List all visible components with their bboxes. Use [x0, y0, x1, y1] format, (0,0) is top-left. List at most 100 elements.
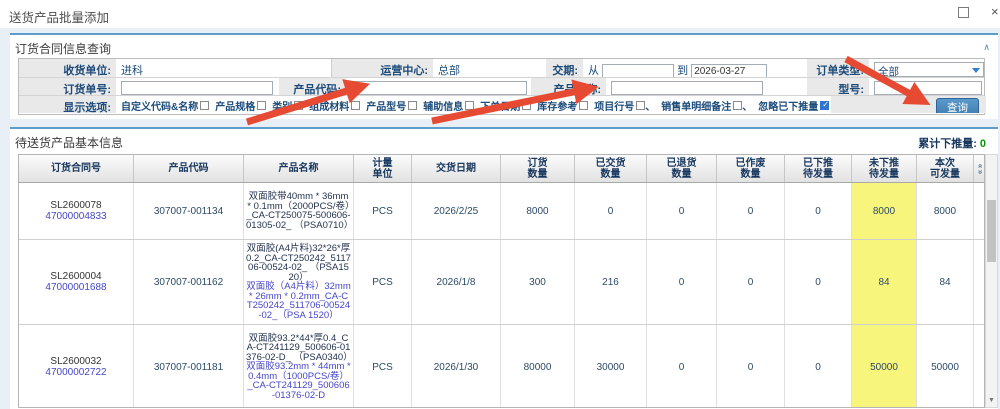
- cell-contract: SL2600004 47000001688: [19, 240, 134, 324]
- opt-sales-remark: 销售单明细备注、: [661, 98, 752, 113]
- model-input[interactable]: [874, 81, 982, 95]
- product-name-label: 产品名称:: [531, 78, 606, 95]
- cell-pushed-qty: 0: [785, 325, 852, 408]
- opt-model: 产品型号: [366, 98, 417, 113]
- cell-delivery-date: 2026/2/25: [412, 183, 501, 239]
- cell-returned-qty: 0: [647, 240, 717, 324]
- col-order-qty: 订货 数量: [501, 155, 575, 182]
- product-name-link[interactable]: 双面胶93.2mm * 44mm * 0.4mm（1000PCS/卷）_CA-C…: [246, 362, 351, 400]
- cell-product-name: 双面胶带40mm * 36mm * 0.1mm（2000PCS/卷）_CA-CT…: [244, 183, 354, 239]
- opt-order-date-checkbox[interactable]: [522, 101, 531, 110]
- cell-order-qty: 80000: [501, 325, 575, 408]
- col-delivered-qty: 已交货 数量: [575, 155, 647, 182]
- scrollbar-down-arrow-icon[interactable]: ▼: [986, 394, 997, 407]
- operation-center-label: 运营中心:: [332, 59, 433, 77]
- cell-pushed-qty: 0: [785, 240, 852, 324]
- cell-extra: [974, 183, 984, 239]
- cell-product-name: 双面胶93.2*44*厚0.4_CA-CT241129_500606-01376…: [244, 325, 354, 408]
- display-options-label: 显示选项:: [19, 96, 116, 113]
- page-title: 送货产品批量添加: [9, 7, 109, 26]
- date-from-input[interactable]: [602, 64, 674, 78]
- contract-link[interactable]: 47000002722: [45, 367, 106, 378]
- delivery-period-value: 从 到: [583, 59, 807, 77]
- date-to-label: 到: [677, 65, 688, 77]
- order-no-input[interactable]: [121, 81, 273, 95]
- opt-spec-checkbox[interactable]: [257, 101, 266, 110]
- cell-delivered-qty: 0: [575, 183, 647, 239]
- opt-project-line-checkbox[interactable]: [636, 101, 645, 110]
- opt-custom-code-checkbox[interactable]: [200, 101, 209, 110]
- opt-stock-ref-checkbox[interactable]: [579, 101, 588, 110]
- window-titlebar: 送货产品批量添加 ×: [0, 0, 1000, 28]
- col-voided-qty: 已作废 数量: [717, 155, 785, 182]
- col-product-code: 产品代码: [134, 155, 244, 182]
- maximize-icon[interactable]: [958, 7, 969, 18]
- model-cell: [869, 78, 986, 95]
- order-no-cell: [116, 78, 279, 95]
- opt-order-date: 下单日期: [480, 98, 531, 113]
- col-unit: 计量 单位: [354, 155, 412, 182]
- scrollbar-thumb[interactable]: [987, 200, 996, 262]
- form-row-1: 收货单位: 进科 运营中心: 总部 交期: 从 到 订单类型: 全部: [19, 59, 984, 77]
- col-available-qty: 本次 可发量: [917, 155, 974, 182]
- form-row-3: 显示选项: 自定义代码&名称 产品规格 类别 组成材料 产品型号 辅助信息 下单…: [19, 95, 984, 113]
- operation-center-value: 总部: [433, 59, 546, 77]
- query-panel-title: 订货合同信息查询: [15, 40, 111, 57]
- cell-extra: [974, 240, 984, 324]
- cell-contract: SL2600032 47000002722: [19, 325, 134, 408]
- order-type-cell: 全部: [869, 59, 986, 77]
- opt-model-checkbox[interactable]: [408, 101, 417, 110]
- cell-extra: [974, 325, 984, 408]
- order-type-select[interactable]: 全部: [874, 62, 984, 77]
- close-icon[interactable]: ×: [991, 4, 999, 19]
- opt-sales-remark-checkbox[interactable]: [733, 101, 742, 110]
- opt-material-checkbox[interactable]: [351, 101, 360, 110]
- cell-available-qty: 8000: [917, 183, 974, 239]
- opt-category: 类别: [272, 98, 303, 113]
- cell-unpushed-qty: 8000: [852, 183, 917, 239]
- opt-category-checkbox[interactable]: [294, 101, 303, 110]
- cell-delivery-date: 2026/1/30: [412, 325, 501, 408]
- table-row: SL2600004 47000001688 307007-001162 双面胶(…: [19, 240, 984, 325]
- query-button[interactable]: 查询: [936, 98, 979, 113]
- col-delivery-date: 交货日期: [412, 155, 501, 182]
- display-options-row: 自定义代码&名称 产品规格 类别 组成材料 产品型号 辅助信息 下单日期 库存参…: [116, 96, 831, 113]
- cell-order-qty: 8000: [501, 183, 575, 239]
- collapse-rows-icon[interactable]: «»: [974, 155, 985, 182]
- opt-ignore-pushed-checkbox[interactable]: [820, 101, 829, 110]
- cell-order-qty: 300: [501, 240, 575, 324]
- opt-project-line: 项目行号、: [594, 98, 655, 113]
- product-name-link[interactable]: 双面胶（A4片料）32mm * 26mm * 0.2mm_CA-CT250242…: [246, 282, 351, 320]
- col-contract-no: 订货合同号: [19, 155, 134, 182]
- pushed-total-value: 0: [980, 138, 986, 150]
- product-code-input[interactable]: [351, 81, 527, 95]
- cell-product-code: 307007-001162: [134, 240, 244, 324]
- order-type-label: 订单类型:: [807, 59, 869, 77]
- product-name-input[interactable]: [611, 81, 763, 95]
- opt-material: 组成材料: [309, 98, 360, 113]
- collapse-panel-icon[interactable]: ∧: [983, 43, 990, 51]
- opt-custom-code: 自定义代码&名称: [121, 98, 209, 113]
- cell-unpushed-qty: 84: [852, 240, 917, 324]
- cell-unit: PCS: [354, 240, 412, 324]
- opt-aux-info-checkbox[interactable]: [465, 101, 474, 110]
- pushed-total-summary: 累计下推量:0: [918, 135, 986, 151]
- cell-returned-qty: 0: [647, 325, 717, 408]
- table-scrollbar[interactable]: ▼: [985, 154, 998, 408]
- cell-delivered-qty: 30000: [575, 325, 647, 408]
- query-button-cell: 查询: [831, 96, 986, 113]
- cell-available-qty: 84: [917, 240, 974, 324]
- contract-link[interactable]: 47000001688: [45, 282, 106, 293]
- contract-link[interactable]: 47000004833: [45, 211, 106, 222]
- delivery-period-label: 交期:: [546, 59, 583, 77]
- cell-voided-qty: 0: [717, 183, 785, 239]
- product-table: 订货合同号 产品代码 产品名称 计量 单位 交货日期 订货 数量 已交货 数量 …: [18, 154, 985, 408]
- pushed-total-label: 累计下推量:: [918, 138, 977, 150]
- opt-aux-info: 辅助信息: [423, 98, 474, 113]
- receiving-unit-label: 收货单位:: [19, 59, 116, 77]
- table-row: SL2600078 47000004833 307007-001134 双面胶带…: [19, 183, 984, 240]
- cell-product-name: 双面胶(A4片料)32*26*厚0.2_CA-CT250242_511706-0…: [244, 240, 354, 324]
- date-to-input[interactable]: [691, 64, 767, 78]
- model-label: 型号:: [807, 78, 869, 95]
- receiving-unit-value: 进科: [116, 59, 332, 77]
